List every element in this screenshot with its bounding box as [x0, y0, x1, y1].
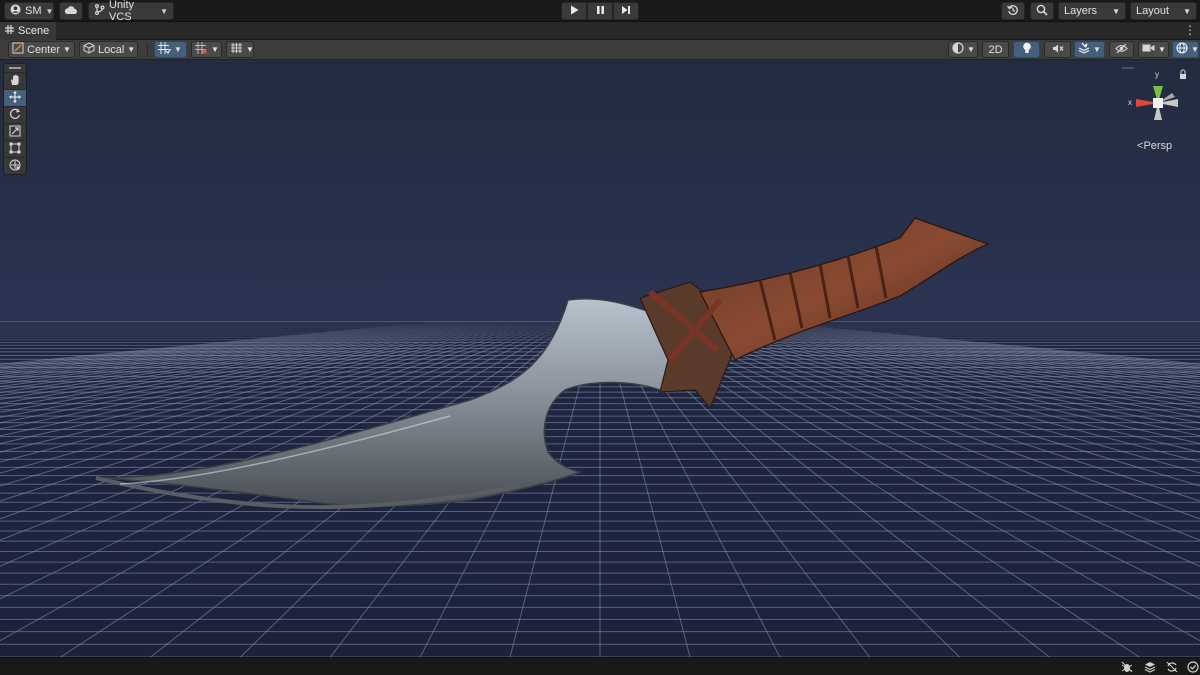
chevron-down-icon: ▼ — [45, 6, 54, 16]
account-icon — [10, 4, 21, 18]
chevron-down-icon: ▼ — [211, 45, 219, 54]
cloud-icon — [64, 5, 78, 18]
scene-toolbar: Center ▼ Local ▼ ▼ ▼ ▼ ▼ 2D ▼ ▼ ▼ — [0, 40, 1200, 60]
lighting-toggle[interactable] — [1013, 41, 1040, 58]
increment-snap-dropdown[interactable]: ▼ — [191, 41, 222, 58]
grid-plane-icon — [230, 42, 243, 57]
cube-icon — [83, 42, 95, 57]
grid-snapping-toggle[interactable]: ▼ — [154, 41, 187, 58]
scene-visibility-toggle[interactable] — [1109, 41, 1134, 58]
pivot-label: Center — [27, 43, 61, 56]
cloud-button[interactable] — [59, 2, 83, 20]
palette-drag-handle[interactable] — [4, 64, 26, 72]
lock-icon[interactable] — [1180, 69, 1186, 79]
grid-snap-icon — [158, 42, 172, 57]
account-label: SM — [25, 5, 42, 17]
scale-tool[interactable] — [4, 123, 26, 140]
layers-label: Layers — [1064, 5, 1098, 17]
lightbulb-icon — [1022, 42, 1032, 57]
grid-icon — [5, 25, 14, 37]
2d-mode-toggle[interactable]: 2D — [982, 41, 1009, 58]
step-button[interactable] — [613, 2, 639, 20]
scene-tab-bar: Scene ⋮ — [0, 22, 1200, 40]
effects-layers-icon — [1078, 42, 1090, 57]
pivot-rotation-dropdown[interactable]: Local ▼ — [79, 41, 138, 58]
step-icon — [621, 5, 631, 18]
scale-icon — [9, 125, 21, 140]
vcs-dropdown[interactable]: Unity VCS ▼ — [88, 0, 174, 23]
chevron-down-icon: ▼ — [1158, 45, 1166, 54]
transform-tool[interactable] — [4, 157, 26, 174]
chevron-down-icon: ▼ — [1183, 6, 1191, 16]
transform-combo-icon — [9, 159, 21, 174]
effects-dropdown[interactable]: ▼ — [1074, 41, 1105, 58]
snap-increment-icon — [195, 42, 208, 57]
chevron-down-icon: ▼ — [63, 45, 71, 54]
rect-tool[interactable] — [4, 140, 26, 157]
gizmo-y-label: y — [1155, 70, 1159, 79]
layers-dropdown[interactable]: Layers ▼ — [1058, 2, 1126, 20]
search-button[interactable] — [1030, 2, 1054, 20]
camera-settings-dropdown[interactable]: ▼ — [1138, 41, 1169, 58]
undo-history-button[interactable] — [1001, 2, 1025, 20]
rotate-tool[interactable] — [4, 106, 26, 123]
chevron-down-icon: ▼ — [174, 45, 182, 54]
audio-toggle[interactable] — [1044, 41, 1071, 58]
gizmo-center-cube[interactable] — [1153, 98, 1163, 108]
chevron-down-icon: ▼ — [160, 6, 168, 16]
hand-tool[interactable] — [4, 72, 26, 89]
layout-label: Layout — [1136, 5, 1170, 17]
undo-history-icon — [1007, 4, 1019, 19]
pause-icon — [596, 5, 605, 18]
pivot-position-dropdown[interactable]: Center ▼ — [8, 41, 75, 58]
projection-label: Persp — [1143, 140, 1173, 152]
shading-sphere-icon — [952, 42, 964, 57]
playmode-controls — [561, 2, 639, 20]
gizmo-x-label: x — [1128, 98, 1132, 107]
layout-dropdown[interactable]: Layout ▼ — [1130, 2, 1197, 20]
scene-viewport[interactable]: y x <Persp — [0, 60, 1200, 657]
more-options-icon[interactable]: ⋮ — [1184, 23, 1196, 37]
status-bar — [0, 657, 1200, 675]
scene-render — [0, 217, 1200, 657]
gizmos-dropdown[interactable]: ▼ — [1172, 41, 1199, 58]
move-arrows-icon — [9, 90, 21, 106]
refresh-sync-icon[interactable] — [1165, 660, 1179, 674]
play-button[interactable] — [561, 2, 587, 20]
account-dropdown[interactable]: SM ▼ — [4, 2, 54, 20]
eye-slash-icon — [1115, 43, 1128, 57]
audio-muted-icon — [1052, 43, 1064, 57]
chevron-down-icon: ▼ — [127, 45, 136, 54]
check-circle-icon[interactable] — [1186, 660, 1200, 674]
space-label: Local — [98, 43, 125, 56]
move-tool[interactable] — [4, 89, 26, 106]
chevron-down-icon: ▼ — [1191, 45, 1199, 54]
tab-scene[interactable]: Scene — [0, 22, 56, 40]
globe-icon — [1176, 42, 1188, 57]
chevron-down-icon: ▼ — [1093, 45, 1101, 54]
debug-bug-icon[interactable] — [1120, 660, 1134, 674]
grid-visibility-dropdown[interactable]: ▼ — [226, 41, 254, 58]
play-icon — [570, 5, 579, 18]
2d-label: 2D — [988, 43, 1003, 56]
tab-scene-label: Scene — [18, 25, 50, 37]
chevron-down-icon: ▼ — [1112, 6, 1120, 16]
transform-tools-palette — [3, 63, 27, 175]
vcs-label: Unity VCS — [109, 0, 135, 23]
pivot-icon — [12, 42, 24, 57]
camera-icon — [1142, 43, 1155, 56]
projection-toggle[interactable]: <Persp — [1137, 140, 1172, 152]
draw-mode-dropdown[interactable]: ▼ — [948, 41, 978, 58]
main-toolbar: SM ▼ Unity VCS ▼ Layers ▼ Layout ▼ — [0, 0, 1200, 23]
rotate-icon — [9, 108, 21, 123]
pause-button[interactable] — [587, 2, 613, 20]
chevron-down-icon: ▼ — [967, 45, 975, 54]
rect-transform-icon — [9, 142, 21, 157]
search-icon — [1036, 4, 1048, 19]
stack-layers-icon[interactable] — [1143, 660, 1157, 674]
hand-icon — [9, 74, 21, 89]
divider — [147, 43, 148, 57]
branch-icon — [94, 4, 105, 18]
chevron-down-icon: ▼ — [246, 45, 254, 54]
